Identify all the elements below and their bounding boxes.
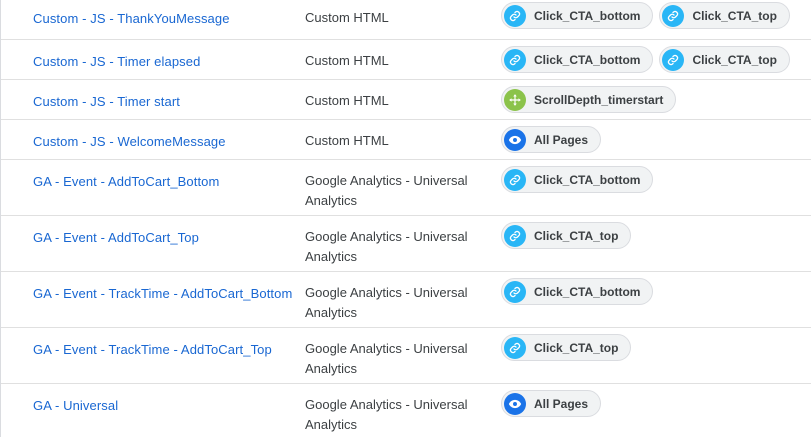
tag-name-link[interactable]: GA - Event - AddToCart_Bottom bbox=[33, 174, 219, 189]
tag-name-link[interactable]: Custom - JS - Timer elapsed bbox=[33, 54, 200, 69]
tag-type: Google Analytics - Universal Analytics bbox=[305, 285, 468, 320]
link-icon bbox=[504, 48, 526, 71]
trigger-list: All Pages bbox=[501, 126, 602, 153]
tags-table: Custom - JS - ThankYouMessage Custom HTM… bbox=[0, 0, 811, 437]
tag-name-link[interactable]: Custom - JS - ThankYouMessage bbox=[33, 11, 230, 26]
tag-name-link[interactable]: GA - Event - TrackTime - AddToCart_Botto… bbox=[33, 286, 292, 301]
tag-name-link[interactable]: Custom - JS - WelcomeMessage bbox=[33, 134, 226, 149]
eye-icon bbox=[504, 128, 526, 151]
tag-name-link[interactable]: GA - Event - TrackTime - AddToCart_Top bbox=[33, 342, 272, 357]
trigger-chip[interactable]: Click_CTA_top bbox=[659, 46, 790, 73]
tag-name-link[interactable]: GA - Event - AddToCart_Top bbox=[33, 230, 199, 245]
trigger-label: Click_CTA_bottom bbox=[534, 52, 641, 67]
table-row[interactable]: GA - Event - AddToCart_Top Google Analyt… bbox=[1, 216, 811, 272]
tag-type: Google Analytics - Universal Analytics bbox=[305, 173, 468, 208]
trigger-label: All Pages bbox=[534, 132, 589, 147]
trigger-list: Click_CTA_top bbox=[501, 222, 632, 249]
table-row[interactable]: Custom - JS - ThankYouMessage Custom HTM… bbox=[1, 0, 811, 40]
trigger-chip[interactable]: Click_CTA_top bbox=[501, 334, 632, 361]
trigger-chip[interactable]: Click_CTA_bottom bbox=[501, 46, 654, 73]
trigger-chip[interactable]: Click_CTA_top bbox=[659, 2, 790, 29]
table-row[interactable]: Custom - JS - WelcomeMessage Custom HTML… bbox=[1, 120, 811, 160]
trigger-chip[interactable]: Click_CTA_top bbox=[501, 222, 632, 249]
trigger-list: Click_CTA_bottom Click_CTA_top bbox=[501, 2, 790, 29]
trigger-chip[interactable]: All Pages bbox=[501, 126, 602, 153]
tag-type: Custom HTML bbox=[305, 133, 389, 148]
table-row[interactable]: Custom - JS - Timer elapsed Custom HTML … bbox=[1, 40, 811, 80]
trigger-chip[interactable]: All Pages bbox=[501, 390, 602, 417]
tag-type: Google Analytics - Universal Analytics bbox=[305, 229, 468, 264]
tag-type: Custom HTML bbox=[305, 53, 389, 68]
tag-type: Google Analytics - Universal Analytics bbox=[305, 397, 468, 432]
link-icon bbox=[662, 48, 685, 71]
trigger-label: Click_CTA_bottom bbox=[534, 284, 641, 299]
link-icon bbox=[504, 168, 526, 191]
table-row[interactable]: Custom - JS - Timer start Custom HTML Sc… bbox=[1, 80, 811, 120]
table-row[interactable]: GA - Event - TrackTime - AddToCart_Top G… bbox=[1, 328, 811, 384]
trigger-list: Click_CTA_top bbox=[501, 334, 632, 361]
link-icon bbox=[504, 224, 526, 247]
trigger-label: Click_CTA_top bbox=[534, 228, 619, 243]
trigger-label: Click_CTA_top bbox=[692, 52, 777, 67]
link-icon bbox=[504, 336, 526, 359]
link-icon bbox=[662, 4, 685, 27]
eye-icon bbox=[504, 392, 526, 415]
tag-type: Custom HTML bbox=[305, 10, 389, 25]
trigger-label: Click_CTA_top bbox=[534, 340, 619, 355]
table-row[interactable]: GA - Universal Google Analytics - Univer… bbox=[1, 384, 811, 440]
trigger-label: Click_CTA_top bbox=[692, 8, 777, 23]
trigger-list: ScrollDepth_timerstart bbox=[501, 86, 677, 113]
tag-type: Google Analytics - Universal Analytics bbox=[305, 341, 468, 376]
trigger-list: Click_CTA_bottom bbox=[501, 278, 654, 305]
trigger-chip[interactable]: Click_CTA_bottom bbox=[501, 278, 654, 305]
tag-name-link[interactable]: Custom - JS - Timer start bbox=[33, 94, 180, 109]
tag-type: Custom HTML bbox=[305, 93, 389, 108]
trigger-label: Click_CTA_bottom bbox=[534, 8, 641, 23]
trigger-list: All Pages bbox=[501, 390, 602, 417]
scroll-depth-icon bbox=[504, 88, 526, 111]
trigger-list: Click_CTA_bottom bbox=[501, 166, 654, 193]
trigger-label: Click_CTA_bottom bbox=[534, 172, 641, 187]
table-row[interactable]: GA - Event - AddToCart_Bottom Google Ana… bbox=[1, 160, 811, 216]
trigger-chip[interactable]: Click_CTA_bottom bbox=[501, 166, 654, 193]
trigger-label: ScrollDepth_timerstart bbox=[534, 92, 664, 107]
trigger-label: All Pages bbox=[534, 396, 589, 411]
link-icon bbox=[504, 280, 526, 303]
link-icon bbox=[504, 4, 526, 27]
trigger-chip[interactable]: ScrollDepth_timerstart bbox=[501, 86, 677, 113]
trigger-list: Click_CTA_bottom Click_CTA_top bbox=[501, 46, 790, 73]
trigger-chip[interactable]: Click_CTA_bottom bbox=[501, 2, 654, 29]
table-row[interactable]: GA - Event - TrackTime - AddToCart_Botto… bbox=[1, 272, 811, 328]
tag-name-link[interactable]: GA - Universal bbox=[33, 398, 118, 413]
